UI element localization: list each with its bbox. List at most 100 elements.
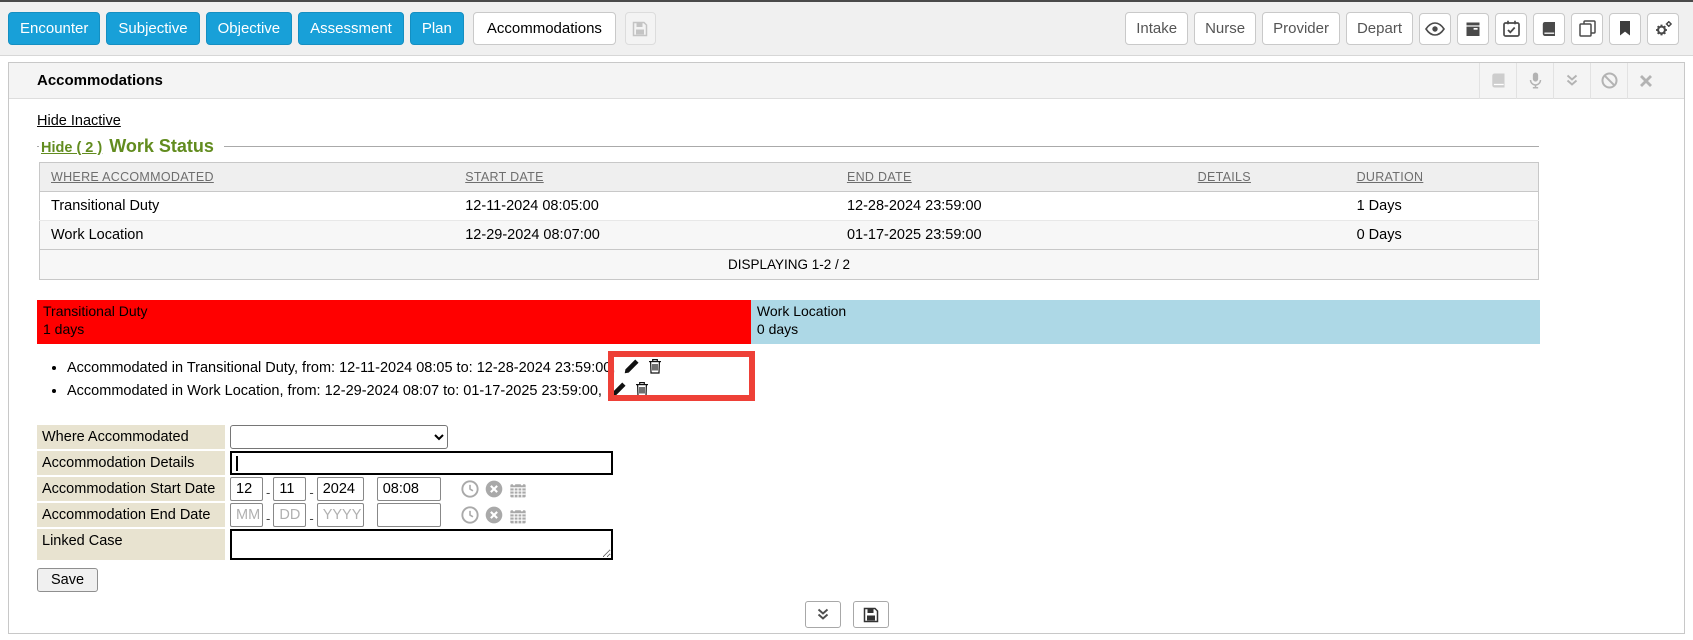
tab-accommodations[interactable]: Accommodations [473,12,616,45]
settings-gears-icon [1654,20,1673,38]
accommodation-details-label: Accommodation Details [37,451,225,475]
list-item: Accommodated in Work Location, from: 12-… [67,381,1656,404]
start-day-input[interactable] [273,477,306,501]
list-item: Accommodated in Transitional Duty, from:… [67,358,1656,381]
column-header-end-date[interactable]: END DATE [836,163,1187,192]
book-icon [1541,21,1557,37]
nurse-button[interactable]: Nurse [1194,12,1256,45]
microphone-icon [1529,72,1542,89]
top-toolbar: Encounter Subjective Objective Assessmen… [0,2,1693,56]
expand-more-button[interactable] [805,601,841,628]
clock-icon[interactable] [461,506,479,524]
settings-button[interactable] [1647,13,1679,45]
toolbar-right-group: Intake Nurse Provider Depart [1125,12,1679,45]
edit-pencil-icon[interactable] [624,359,639,381]
clock-icon[interactable] [461,480,479,498]
panel-dictate-button[interactable] [1516,63,1553,99]
panel-header: Accommodations [9,63,1684,99]
copy-button[interactable] [1571,13,1603,45]
cell-end-date: 01-17-2025 23:59:00 [836,221,1187,250]
calendar-check-button[interactable] [1495,13,1527,45]
calendar-icon[interactable] [509,507,527,524]
cell-details [1187,221,1346,250]
panel-cancel-button[interactable] [1590,63,1627,99]
entry-text: Accommodated in Work Location, from: 12-… [67,383,602,399]
panel-title: Accommodations [37,72,163,89]
cell-duration: 1 Days [1346,192,1539,221]
archive-button[interactable] [1457,13,1489,45]
save-button[interactable]: Save [37,568,98,592]
work-status-table: WHERE ACCOMMODATED START DATE END DATE D… [39,162,1539,280]
nav-button-subjective[interactable]: Subjective [106,12,199,45]
column-header-where-accommodated[interactable]: WHERE ACCOMMODATED [40,163,455,192]
cell-where-accommodated: Transitional Duty [40,192,455,221]
hide-inactive-link[interactable]: Hide Inactive [37,113,121,129]
edit-pencil-icon[interactable] [611,382,626,404]
eye-button[interactable] [1419,13,1451,45]
journal-button[interactable] [1533,13,1565,45]
delete-trash-icon[interactable] [648,358,662,381]
date-separator: - [309,511,313,526]
book-icon [1490,73,1507,88]
column-header-details[interactable]: DETAILS [1187,163,1346,192]
depart-button[interactable]: Depart [1346,12,1413,45]
timeline-segment-transitional-duty: Transitional Duty 1 days [37,300,751,344]
start-year-input[interactable] [317,477,364,501]
calendar-icon[interactable] [509,481,527,498]
tab-save-button[interactable] [625,12,656,45]
date-separator: - [266,485,270,500]
save-all-button[interactable] [853,601,889,628]
hide-count-link[interactable]: Hide ( 2 ) [41,140,102,156]
column-header-duration[interactable]: DURATION [1346,163,1539,192]
nav-button-assessment[interactable]: Assessment [298,12,404,45]
nav-button-plan[interactable]: Plan [410,12,464,45]
end-time-input[interactable] [377,503,441,527]
timeline-segment-duration: 1 days [43,320,745,338]
end-month-input[interactable] [230,503,263,527]
date-separator: - [309,485,313,500]
table-header-row: WHERE ACCOMMODATED START DATE END DATE D… [40,163,1539,192]
bookmark-icon [1619,21,1631,36]
copy-pages-icon [1579,20,1596,37]
panel-journal-button[interactable] [1479,63,1516,99]
cell-where-accommodated: Work Location [40,221,455,250]
archive-box-icon [1465,21,1481,37]
entry-text: Accommodated in Transitional Duty, from:… [67,360,615,376]
panel-content: Hide Inactive Hide ( 2 ) Work Status WHE… [9,99,1684,628]
accommodations-panel: Accommodations [8,62,1685,634]
accommodation-entries: Accommodated in Transitional Duty, from:… [37,358,1656,403]
nav-button-objective[interactable]: Objective [206,12,293,45]
cell-duration: 0 Days [1346,221,1539,250]
panel-collapse-button[interactable] [1553,63,1590,99]
start-time-input[interactable] [377,477,441,501]
provider-button[interactable]: Provider [1262,12,1340,45]
timeline-segment-label: Work Location [757,302,1534,320]
where-accommodated-label: Where Accommodated [37,425,225,449]
where-accommodated-select[interactable] [230,425,448,449]
delete-trash-icon[interactable] [635,381,649,404]
clear-x-circle-icon[interactable] [485,506,503,524]
eye-icon [1425,22,1445,36]
end-day-input[interactable] [273,503,306,527]
panel-bottom-actions [37,601,1656,628]
bookmark-button[interactable] [1609,13,1641,45]
nav-button-encounter[interactable]: Encounter [8,12,100,45]
cell-details [1187,192,1346,221]
timeline-segment-work-location: Work Location 0 days [751,300,1540,344]
cell-start-date: 12-11-2024 08:05:00 [454,192,836,221]
table-row: Transitional Duty 12-11-2024 08:05:00 12… [40,192,1539,221]
clear-x-circle-icon[interactable] [485,480,503,498]
accommodation-details-input[interactable] [230,451,613,475]
panel-close-button[interactable] [1627,63,1664,99]
end-year-input[interactable] [317,503,364,527]
pagination-text: DISPLAYING 1-2 / 2 [40,250,1539,280]
table-pagination-row: DISPLAYING 1-2 / 2 [40,250,1539,280]
save-floppy-icon [632,21,648,37]
work-status-timeline: Transitional Duty 1 days Work Location 0… [37,300,1540,344]
column-header-start-date[interactable]: START DATE [454,163,836,192]
intake-button[interactable]: Intake [1125,12,1188,45]
timeline-segment-duration: 0 days [757,320,1534,338]
work-status-legend: Hide ( 2 ) Work Status [39,136,224,157]
linked-case-input[interactable] [230,529,613,560]
start-month-input[interactable] [230,477,263,501]
